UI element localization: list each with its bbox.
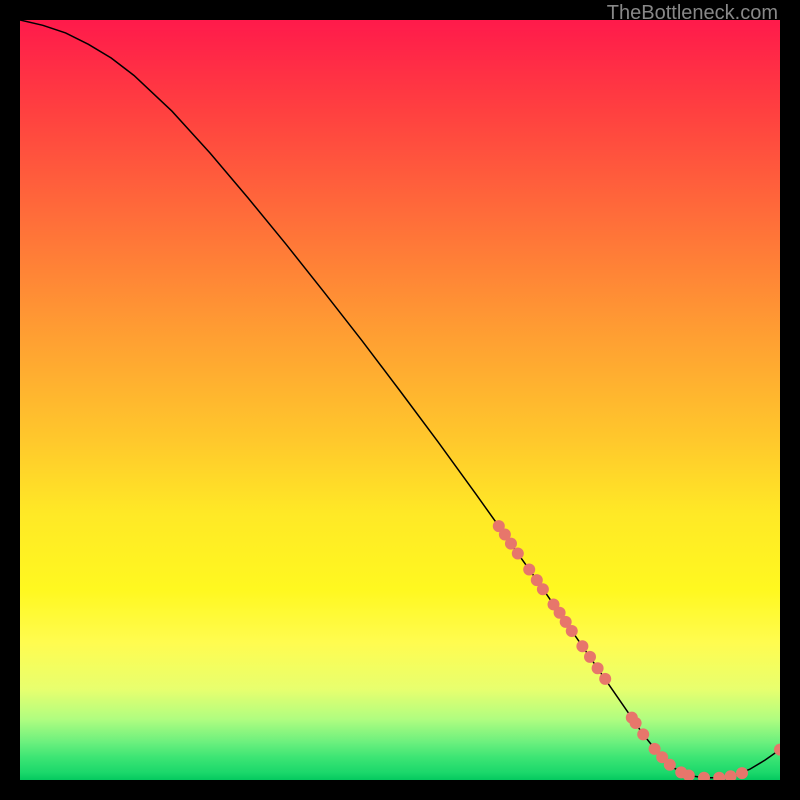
watermark-text: TheBottleneck.com: [607, 2, 778, 25]
data-marker: [523, 563, 535, 575]
data-marker: [725, 770, 737, 780]
data-marker: [599, 673, 611, 685]
data-marker: [512, 548, 524, 560]
data-marker: [592, 662, 604, 674]
markers-group: [493, 520, 780, 780]
data-marker: [584, 651, 596, 663]
data-marker: [664, 759, 676, 771]
data-marker: [630, 717, 642, 729]
data-marker: [713, 772, 725, 780]
data-marker: [698, 772, 710, 780]
data-marker: [537, 583, 549, 595]
curve-line: [20, 20, 780, 778]
plot-area: [20, 20, 780, 780]
data-marker: [576, 640, 588, 652]
chart-container: TheBottleneck.com: [0, 0, 800, 800]
chart-svg: [20, 20, 780, 780]
data-marker: [637, 728, 649, 740]
data-marker: [736, 767, 748, 779]
data-marker: [566, 625, 578, 637]
data-marker: [505, 538, 517, 550]
